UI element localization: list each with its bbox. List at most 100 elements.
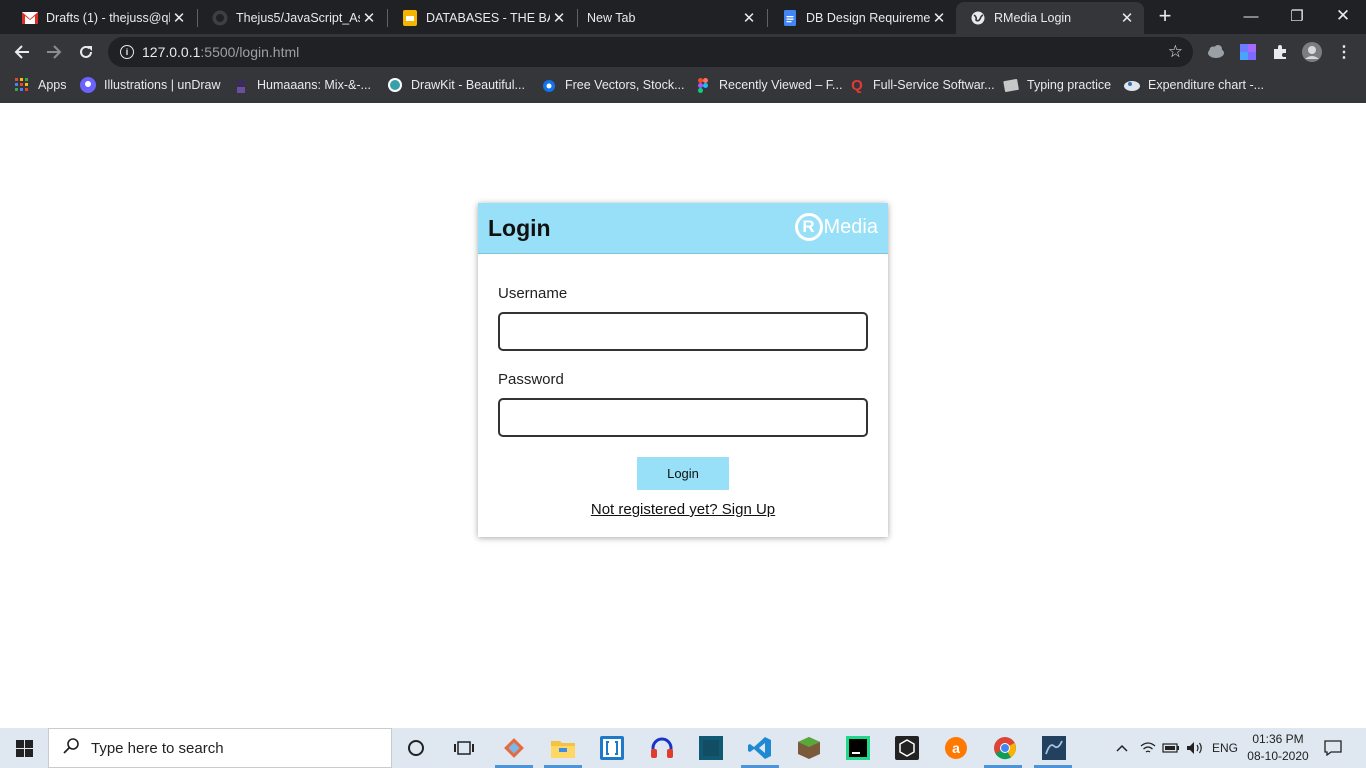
tab-title: Thejus5/JavaScript_Assi — [236, 11, 360, 25]
tab-strip: Drafts (1) - thejuss@qb ✕ Thejus5/JavaSc… — [0, 0, 1366, 34]
tab-rmedia-login[interactable]: RMedia Login ✕ — [956, 2, 1144, 34]
minimize-button[interactable]: ― — [1228, 0, 1274, 32]
wifi-icon[interactable] — [1140, 728, 1156, 768]
restore-button[interactable]: ❐ — [1274, 0, 1320, 32]
globe-icon — [970, 10, 986, 26]
search-placeholder: Type here to search — [91, 739, 224, 757]
bookmark-humaaans[interactable]: Humaaans: Mix-&-... — [233, 77, 371, 93]
login-card: Login R Media Username Password Login No… — [478, 203, 888, 537]
password-input[interactable] — [498, 398, 868, 437]
bookmark-typing[interactable]: Typing practice — [1003, 77, 1111, 93]
clock-date: 08-10-2020 — [1247, 749, 1309, 763]
tab-new-tab[interactable]: New Tab ✕ — [578, 2, 766, 34]
bookmark-label: Apps — [38, 78, 67, 92]
menu-kebab-icon[interactable]: ⋮ — [1334, 42, 1354, 62]
rmedia-logo: R Media — [794, 213, 878, 241]
brand-letter: R — [794, 213, 823, 241]
task-view-icon[interactable] — [450, 734, 478, 762]
bookmark-label: Illustrations | unDraw — [104, 78, 221, 92]
cortana-icon[interactable] — [402, 734, 430, 762]
close-window-button[interactable]: ✕ — [1320, 0, 1366, 32]
volume-icon[interactable] — [1186, 728, 1204, 768]
bookmark-label: Typing practice — [1027, 78, 1112, 92]
docs-icon — [782, 10, 798, 26]
tab-title: RMedia Login — [994, 11, 1072, 25]
chrome-icon[interactable] — [991, 734, 1019, 762]
username-input[interactable] — [498, 312, 868, 351]
unity-icon[interactable] — [893, 734, 921, 762]
tab-docs[interactable]: DB Design Requiremen ✕ — [768, 2, 956, 34]
teal-app-icon[interactable] — [697, 734, 725, 762]
profile-avatar-icon[interactable] — [1302, 42, 1322, 62]
close-icon[interactable]: ✕ — [550, 9, 568, 27]
page-viewport: Login R Media Username Password Login No… — [0, 103, 1366, 728]
bookmark-full-service[interactable]: Q Full-Service Softwar... — [849, 76, 995, 94]
mysql-workbench-icon[interactable] — [1040, 734, 1068, 762]
start-button[interactable] — [0, 728, 48, 768]
humaaans-icon — [233, 77, 249, 93]
tab-github[interactable]: Thejus5/JavaScript_Assi ✕ — [198, 2, 386, 34]
gradient-extension-icon[interactable] — [1238, 42, 1258, 62]
bookmark-label: Humaaans: Mix-&-... — [257, 78, 371, 92]
taskbar-clock[interactable]: 01:36 PM 08-10-2020 — [1240, 731, 1316, 765]
chart-icon — [1124, 77, 1140, 93]
drawkit-icon — [387, 77, 403, 93]
bookmark-apps[interactable]: Apps — [14, 77, 67, 93]
close-icon[interactable]: ✕ — [170, 9, 188, 27]
url-path: :5500/login.html — [200, 44, 300, 60]
bookmark-freepik[interactable]: Free Vectors, Stock... — [541, 77, 685, 93]
puzzle-extensions-icon[interactable] — [1270, 42, 1290, 62]
back-button[interactable] — [9, 39, 35, 65]
search-icon — [63, 737, 81, 759]
tab-title: DB Design Requiremen — [806, 11, 930, 25]
bookmarks-bar: Apps Illustrations | unDraw Humaaans: Mi… — [0, 70, 1366, 103]
notification-center-icon[interactable] — [1324, 728, 1342, 768]
tab-title: Drafts (1) - thejuss@qb — [46, 11, 170, 25]
close-icon[interactable]: ✕ — [360, 9, 378, 27]
minecraft-icon[interactable] — [795, 734, 823, 762]
clock-time: 01:36 PM — [1252, 732, 1304, 746]
battery-icon[interactable] — [1162, 728, 1180, 768]
bookmark-undraw[interactable]: Illustrations | unDraw — [80, 77, 221, 93]
vscode-icon[interactable] — [746, 734, 774, 762]
figma-icon — [695, 77, 711, 93]
brand-text: Media — [823, 215, 878, 238]
login-button[interactable]: Login — [637, 457, 729, 490]
login-card-header: Login R Media — [478, 203, 888, 254]
brackets-editor-icon[interactable] — [598, 734, 626, 762]
apps-grid-icon — [14, 77, 30, 93]
bookmark-star-icon[interactable]: ☆ — [1168, 42, 1183, 62]
show-hidden-icons-chevron-icon[interactable] — [1116, 728, 1128, 768]
headphones-app-icon[interactable] — [648, 734, 676, 762]
info-icon[interactable]: i — [120, 45, 134, 59]
forward-button[interactable] — [41, 39, 67, 65]
gmail-icon — [22, 10, 38, 26]
tab-gmail[interactable]: Drafts (1) - thejuss@qb ✕ — [8, 2, 196, 34]
q-icon: Q — [851, 76, 863, 94]
tab-slides[interactable]: DATABASES - THE BASI ✕ — [388, 2, 576, 34]
password-label: Password — [498, 371, 564, 388]
bookmark-figma[interactable]: Recently Viewed – F... — [695, 77, 842, 93]
browser-chrome: Drafts (1) - thejuss@qb ✕ Thejus5/JavaSc… — [0, 0, 1366, 103]
close-icon[interactable]: ✕ — [930, 9, 948, 27]
close-icon[interactable]: ✕ — [1118, 9, 1136, 27]
bookmark-drawkit[interactable]: DrawKit - Beautiful... — [387, 77, 525, 93]
bookmark-expenditure[interactable]: Expenditure chart -... — [1124, 77, 1264, 93]
git-app-icon[interactable] — [500, 734, 528, 762]
file-explorer-icon[interactable] — [549, 734, 577, 762]
language-indicator[interactable]: ENG — [1212, 728, 1238, 768]
reload-icon — [80, 45, 92, 58]
reload-button[interactable] — [73, 39, 99, 65]
bookmark-label: Full-Service Softwar... — [873, 78, 995, 92]
freepik-icon — [541, 77, 557, 93]
taskbar-search[interactable]: Type here to search — [48, 728, 392, 768]
close-icon[interactable]: ✕ — [740, 9, 758, 27]
pycharm-icon[interactable] — [844, 734, 872, 762]
signup-link[interactable]: Not registered yet? Sign Up — [478, 501, 888, 518]
cloud-extension-icon[interactable] — [1206, 42, 1226, 62]
slides-icon — [402, 10, 418, 26]
address-bar[interactable]: i 127.0.0.1 :5500/login.html ☆ — [108, 37, 1193, 67]
new-tab-button[interactable]: + — [1153, 5, 1177, 29]
avast-icon[interactable]: a — [942, 734, 970, 762]
bookmark-label: DrawKit - Beautiful... — [411, 78, 525, 92]
